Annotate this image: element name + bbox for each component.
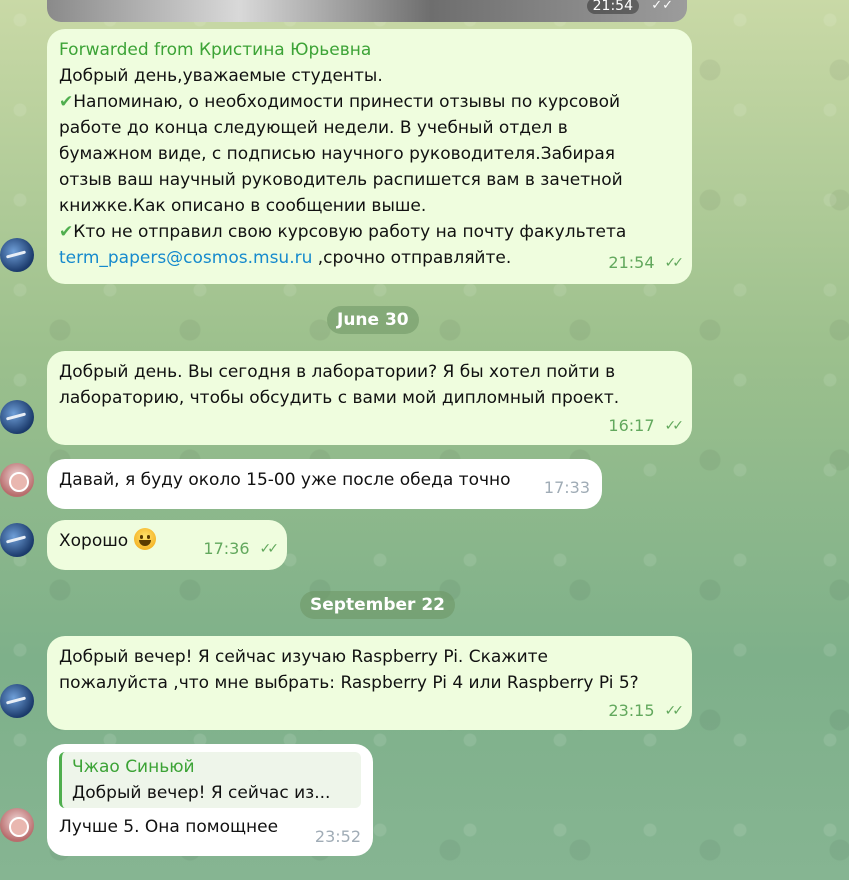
read-ticks-icon: ✓✓ <box>651 0 673 13</box>
date-separator: June 30 <box>327 306 419 334</box>
message-bubble-incoming[interactable]: Давай, я буду около 15-00 уже после обед… <box>47 459 602 509</box>
message-bubble[interactable]: Хорошо 17:36 ✓✓ <box>47 520 287 570</box>
message-line: отзыв ваш научный руководитель распишетс… <box>59 170 623 190</box>
reply-quote[interactable]: Чжао Синьюй Добрый вечер! Я сейчас из... <box>59 752 361 808</box>
avatar[interactable] <box>0 523 34 557</box>
message-bubble[interactable]: Добрый день. Вы сегодня в лаборатории? Я… <box>47 351 692 445</box>
message-bubble-incoming-reply[interactable]: Чжао Синьюй Добрый вечер! Я сейчас из...… <box>47 744 373 856</box>
message-time: 16:17 <box>608 416 655 435</box>
message-line: Кто не отправил свою курсовую работу на … <box>73 222 627 242</box>
read-ticks-icon: ✓✓ <box>259 541 280 557</box>
avatar[interactable] <box>0 463 34 497</box>
read-ticks-icon: ✓✓ <box>664 255 685 271</box>
message-time: 17:33 <box>543 478 590 497</box>
message-line: лабораторию, чтобы обсудить с вами мой д… <box>59 388 620 408</box>
message-line: бумажном виде, с подписью научного руков… <box>59 144 615 164</box>
message-text: Лучше 5. Она помощнее <box>59 817 279 837</box>
avatar[interactable] <box>0 684 34 718</box>
read-ticks-icon: ✓✓ <box>664 418 685 434</box>
message-bubble[interactable]: Добрый вечер! Я сейчас изучаю Raspberry … <box>47 636 692 730</box>
avatar[interactable] <box>0 238 34 272</box>
message-time: 21:54 <box>586 0 639 14</box>
email-link[interactable]: term_papers@cosmos.msu.ru <box>59 248 312 268</box>
message-line: пожалуйста ,что мне выбрать: Raspberry P… <box>59 673 639 693</box>
message-line: работе до конца следующей недели. В учеб… <box>59 118 568 138</box>
check-mark-icon: ✔ <box>59 92 74 112</box>
previous-media-message[interactable]: 21:54 ✓✓ <box>47 0 687 22</box>
message-time: 21:54 <box>608 253 655 272</box>
avatar[interactable] <box>0 400 34 434</box>
message-line: ,срочно отправляйте. <box>312 248 512 268</box>
date-separator: September 22 <box>300 591 455 619</box>
message-time: 17:36 <box>203 539 250 558</box>
quote-author: Чжао Синьюй <box>72 757 195 777</box>
message-line: Добрый вечер! Я сейчас изучаю Raspberry … <box>59 647 549 667</box>
message-line: книжке.Как описано в сообщении выше. <box>59 196 427 216</box>
message-line: Напоминаю, о необходимости принести отзы… <box>73 92 621 112</box>
forwarded-from-label[interactable]: Forwarded from Кристина Юрьевна <box>59 37 680 63</box>
message-text: Хорошо <box>59 531 129 551</box>
message-time: 23:52 <box>314 827 361 846</box>
check-mark-icon: ✔ <box>59 222 74 242</box>
message-bubble-forwarded[interactable]: Forwarded from Кристина Юрьевна Добрый д… <box>47 29 692 284</box>
smiley-emoji-icon <box>134 528 157 550</box>
message-line: Добрый день,уважаемые студенты. <box>59 66 383 86</box>
message-line: Добрый день. Вы сегодня в лаборатории? Я… <box>59 362 616 382</box>
message-text: Давай, я буду около 15-00 уже после обед… <box>59 470 511 490</box>
avatar[interactable] <box>0 808 34 842</box>
quote-text: Добрый вечер! Я сейчас из... <box>72 783 331 803</box>
read-ticks-icon: ✓✓ <box>664 703 685 719</box>
message-time: 23:15 <box>608 701 655 720</box>
